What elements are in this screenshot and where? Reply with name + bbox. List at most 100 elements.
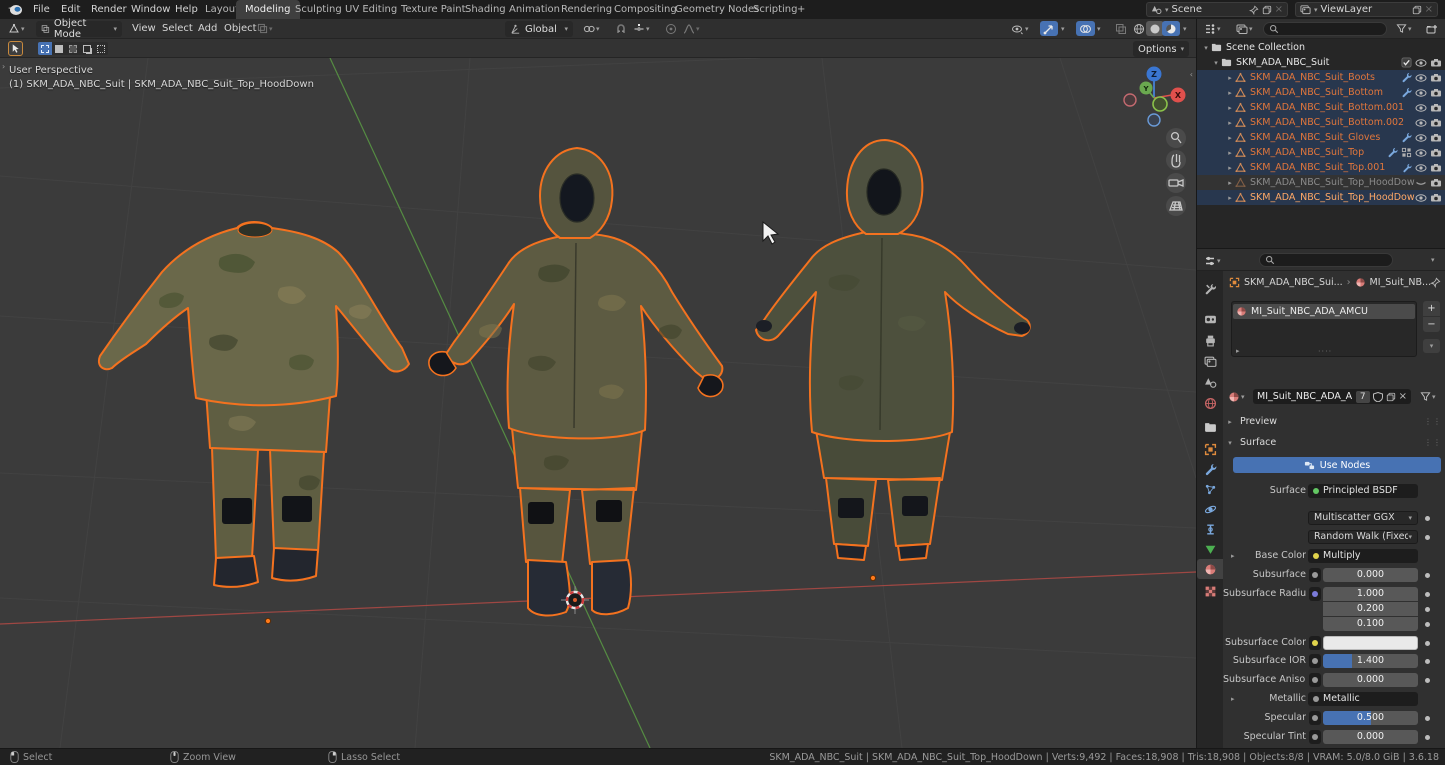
- tab-object-data[interactable]: [1197, 539, 1223, 559]
- new-material-icon[interactable]: [1386, 392, 1396, 402]
- chevron-down-icon[interactable]: ▾: [1165, 6, 1169, 14]
- metallic-field[interactable]: Metallic: [1308, 692, 1418, 706]
- expand-icon[interactable]: ▸: [1225, 179, 1235, 187]
- tab-view-layer[interactable]: [1197, 351, 1223, 371]
- animate-dot[interactable]: [1425, 516, 1430, 521]
- toggle-ortho-button[interactable]: [1166, 196, 1186, 216]
- gizmo-dropdown[interactable]: ▾: [1058, 21, 1068, 36]
- outliner-row-boots[interactable]: ▸ SKM_ADA_NBC_Suit_Boots: [1197, 70, 1445, 85]
- snap-toggle[interactable]: [612, 21, 630, 36]
- specular-tint-slider[interactable]: 0.000: [1323, 730, 1418, 744]
- remove-slot-button[interactable]: −: [1423, 317, 1440, 332]
- expand-icon[interactable]: ▸: [1225, 119, 1235, 127]
- pin-icon[interactable]: [1430, 277, 1441, 288]
- hide-eye-icon[interactable]: [1415, 57, 1427, 69]
- viewport-canvas[interactable]: Z X Y: [0, 58, 1196, 748]
- select-mode-subtract[interactable]: [66, 42, 80, 55]
- outliner-filter-dropdown[interactable]: ▾: [1393, 21, 1415, 36]
- scene-name[interactable]: Scene: [1172, 4, 1246, 15]
- breadcrumb-material[interactable]: MI_Suit_NB...: [1370, 277, 1432, 288]
- object-name[interactable]: SKM_ADA_NBC_Suit_Top.001: [1250, 162, 1402, 173]
- expand-icon[interactable]: ▸: [1225, 134, 1235, 142]
- select-mode-intersect[interactable]: [94, 42, 108, 55]
- base-color-field[interactable]: Multiply: [1308, 549, 1418, 563]
- outliner-row-gloves[interactable]: ▸ SKM_ADA_NBC_Suit_Gloves: [1197, 130, 1445, 145]
- tab-physics[interactable]: [1197, 499, 1223, 519]
- collection-name[interactable]: SKM_ADA_NBC_Suit: [1236, 57, 1401, 68]
- toolbar-expand-icon[interactable]: ›: [2, 62, 5, 71]
- use-nodes-button[interactable]: Use Nodes: [1233, 457, 1441, 473]
- sss-color-socket[interactable]: [1309, 636, 1321, 650]
- viewport-nav-buttons[interactable]: [1166, 128, 1186, 216]
- tab-collection[interactable]: [1197, 417, 1223, 437]
- material-name[interactable]: MI_Suit_NBC_ADA_A...: [1257, 391, 1353, 402]
- navigation-gizmo[interactable]: Z X Y: [1124, 67, 1186, 127]
- object-name[interactable]: SKM_ADA_NBC_Suit_Bottom.002: [1250, 117, 1415, 128]
- tab-texture[interactable]: [1197, 581, 1223, 601]
- tab-scene[interactable]: [1197, 372, 1223, 392]
- menu-file[interactable]: File: [26, 0, 57, 19]
- proportional-falloff-dropdown[interactable]: ▾: [680, 21, 703, 36]
- snap-settings-dropdown[interactable]: ▾: [630, 21, 653, 36]
- outliner-row-scene-collection[interactable]: ▾ Scene Collection: [1197, 40, 1445, 55]
- browse-material-button[interactable]: ▾: [1225, 389, 1248, 404]
- suit-middle[interactable]: [429, 148, 723, 615]
- new-scene-icon[interactable]: [1262, 5, 1272, 15]
- aniso-socket[interactable]: [1309, 673, 1321, 687]
- spec-tint-socket[interactable]: [1309, 730, 1321, 744]
- transform-orientation-dropdown[interactable]: Global ▾: [505, 21, 573, 37]
- outliner-row-top-hooddown[interactable]: ▸ SKM_ADA_NBC_Suit_Top_HoodDow: [1197, 190, 1445, 205]
- collection-name[interactable]: Scene Collection: [1226, 42, 1445, 53]
- object-name[interactable]: SKM_ADA_NBC_Suit_Bottom.001: [1250, 102, 1415, 113]
- expand-icon[interactable]: ▾: [1201, 44, 1211, 52]
- gizmo-minus-x-axis[interactable]: [1124, 94, 1136, 106]
- xray-toggle[interactable]: [1112, 21, 1130, 36]
- tab-material[interactable]: [1197, 559, 1223, 579]
- expand-icon[interactable]: ▾: [1211, 59, 1221, 67]
- outliner-row-bottom[interactable]: ▸ SKM_ADA_NBC_Suit_Bottom: [1197, 85, 1445, 100]
- unlink-material-icon[interactable]: ×: [1399, 391, 1407, 402]
- panel-surface[interactable]: ▾ Surface ⋮⋮: [1223, 435, 1445, 450]
- animate-dot[interactable]: [1425, 659, 1430, 664]
- object-name[interactable]: SKM_ADA_NBC_Suit_Top_HoodDow: [1250, 177, 1415, 188]
- editor-type-button[interactable]: ▾: [5, 21, 28, 36]
- overlays-dropdown[interactable]: ▾: [1094, 21, 1104, 36]
- expand-icon[interactable]: ▸: [1225, 104, 1235, 112]
- properties-search-input[interactable]: [1259, 253, 1393, 267]
- material-filter-dropdown[interactable]: ▾: [1417, 389, 1439, 404]
- viewport-3d[interactable]: Z X Y User Pe: [0, 58, 1196, 748]
- new-collection-button[interactable]: [1423, 21, 1441, 36]
- suit-left[interactable]: [99, 222, 409, 587]
- show-overlays-toggle[interactable]: [1076, 21, 1095, 36]
- hide-eye-icon[interactable]: [1415, 87, 1427, 99]
- outliner-row-top[interactable]: ▸ SKM_ADA_NBC_Suit_Top: [1197, 145, 1445, 160]
- hide-eye-icon[interactable]: [1415, 162, 1427, 174]
- object-name[interactable]: SKM_ADA_NBC_Suit_Boots: [1250, 72, 1401, 83]
- select-mode-new[interactable]: [38, 42, 52, 55]
- material-name-field[interactable]: MI_Suit_NBC_ADA_A... 7 ×: [1253, 389, 1411, 404]
- slot-specials-dropdown[interactable]: ▾: [1423, 339, 1440, 353]
- outliner-display-mode-dropdown[interactable]: ▾: [1233, 21, 1256, 36]
- outliner-search-input[interactable]: [1263, 22, 1387, 36]
- breadcrumb-object[interactable]: SKM_ADA_NBC_Sui...: [1244, 277, 1343, 288]
- tab-tool[interactable]: [1197, 279, 1223, 299]
- radius-y-field[interactable]: 0.200: [1323, 602, 1418, 616]
- radius-x-field[interactable]: 1.000: [1323, 587, 1418, 601]
- pivot-point-dropdown[interactable]: ▾: [580, 21, 603, 36]
- tab-output[interactable]: [1197, 330, 1223, 350]
- camera-visibility-icon[interactable]: [1430, 177, 1442, 189]
- hide-eye-icon[interactable]: [1415, 117, 1427, 129]
- outliner-row-suit-collection[interactable]: ▾ SKM_ADA_NBC_Suit: [1197, 55, 1445, 70]
- object-name[interactable]: SKM_ADA_NBC_Suit_Top: [1250, 147, 1387, 158]
- radius-z-field[interactable]: 0.100: [1323, 617, 1418, 631]
- surface-shader-field[interactable]: Principled BSDF: [1308, 484, 1418, 498]
- camera-visibility-icon[interactable]: [1430, 72, 1442, 84]
- object-name[interactable]: SKM_ADA_NBC_Suit_Gloves: [1250, 132, 1401, 143]
- animate-dot[interactable]: [1425, 735, 1430, 740]
- zoom-view-button[interactable]: [1166, 128, 1186, 148]
- hidden-eye-closed-icon[interactable]: [1415, 177, 1427, 189]
- show-gizmo-toggle[interactable]: [1040, 21, 1058, 36]
- viewlayer-name[interactable]: ViewLayer: [1321, 4, 1409, 15]
- gizmo-minus-y-axis[interactable]: [1153, 97, 1167, 111]
- ior-socket[interactable]: [1309, 654, 1321, 668]
